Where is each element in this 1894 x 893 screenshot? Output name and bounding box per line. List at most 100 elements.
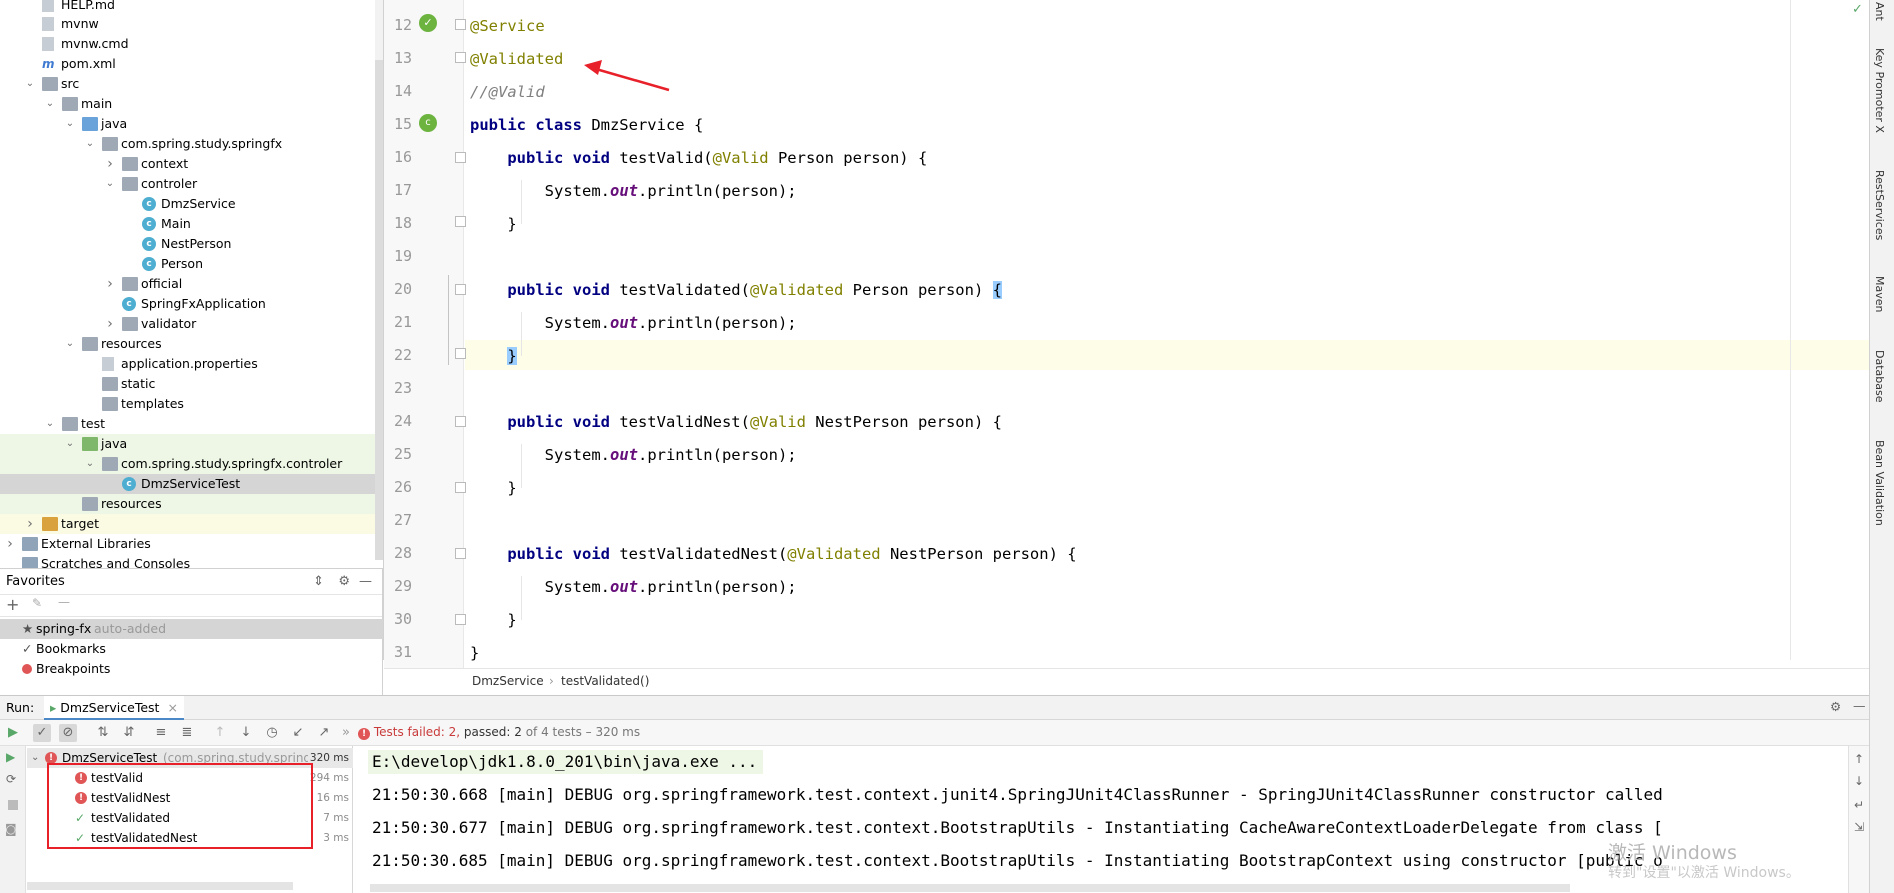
rerun-icon[interactable]: ▶	[4, 724, 22, 742]
tree-item-person[interactable]: c Person	[0, 254, 375, 274]
fold-marker[interactable]	[455, 216, 466, 227]
tree-item-pom-xml[interactable]: m pom.xml	[0, 54, 375, 74]
project-scrollbar[interactable]	[375, 0, 383, 560]
spring-bean-icon[interactable]: ✓	[419, 14, 437, 32]
breadcrumb-method[interactable]: testValidated()	[561, 669, 649, 693]
fold-marker[interactable]	[455, 52, 466, 63]
fold-marker[interactable]	[455, 482, 466, 493]
sort-duration-icon[interactable]: ⇵	[120, 724, 138, 742]
show-ignored-icon[interactable]: ⊘	[59, 724, 77, 742]
fold-marker[interactable]	[455, 416, 466, 427]
tree-item-main[interactable]: ⌄ main	[0, 94, 375, 114]
toggle-auto-test-icon[interactable]: ⟳	[6, 772, 16, 786]
import-icon[interactable]: ↙	[289, 724, 307, 742]
tree-item-official[interactable]: › official	[0, 274, 375, 294]
tree-item-static[interactable]: static	[0, 374, 375, 394]
tree-item-application-properties[interactable]: application.properties	[0, 354, 375, 374]
chevron-right-icon[interactable]: ›	[104, 274, 116, 294]
favorites-item-spring-fx[interactable]: ★ spring-fx auto-added	[0, 619, 383, 639]
tree-item-help-md[interactable]: HELP.md	[0, 0, 375, 15]
fold-marker[interactable]	[455, 548, 466, 559]
edit-icon[interactable]: ✎	[32, 596, 42, 610]
down-icon[interactable]: ↓	[1854, 774, 1864, 788]
tree-item-nestperson[interactable]: c NestPerson	[0, 234, 375, 254]
tree-item-validator[interactable]: › validator	[0, 314, 375, 334]
tree-item-dmzservicetest[interactable]: c DmzServiceTest	[0, 474, 375, 494]
history-icon[interactable]: ◷	[263, 724, 281, 742]
tab-bean-validation[interactable]: Bean Validation	[1873, 440, 1886, 526]
export-icon[interactable]: ↗	[315, 724, 333, 742]
gear-icon[interactable]: ⚙	[338, 569, 350, 595]
tree-item-src[interactable]: ⌄ src	[0, 74, 375, 94]
tree-item-target[interactable]: › target	[0, 514, 375, 534]
tests-scrollbar[interactable]	[27, 882, 293, 890]
next-failed-icon[interactable]: ↓	[237, 724, 255, 742]
fold-marker[interactable]	[455, 19, 466, 30]
breadcrumb-class[interactable]: DmzService	[472, 669, 544, 693]
up-icon[interactable]: ↑	[1854, 752, 1864, 766]
chevron-down-icon[interactable]: ⌄	[44, 414, 56, 434]
console-scrollbar[interactable]	[370, 884, 1570, 892]
chevron-down-icon[interactable]: ⌄	[44, 94, 56, 114]
tree-item-templates[interactable]: templates	[0, 394, 375, 414]
close-icon[interactable]: ×	[167, 700, 177, 715]
chevron-right-icon[interactable]: ›	[104, 314, 116, 334]
tree-item-mvnw-cmd[interactable]: mvnw.cmd	[0, 34, 375, 54]
tab-restservices[interactable]: RestServices	[1873, 170, 1886, 240]
add-icon[interactable]: +	[6, 595, 19, 614]
sort-alpha-icon[interactable]: ⇅	[94, 724, 112, 742]
collapse-all-icon[interactable]: ⇕	[313, 569, 324, 595]
collapse-all-icon[interactable]: ≣	[178, 724, 196, 742]
camera-icon[interactable]: ◙	[5, 822, 17, 836]
tree-item-com-spring-study-springfx-controler[interactable]: ⌄ com.spring.study.springfx.controler	[0, 454, 375, 474]
tree-item-mvnw[interactable]: mvnw	[0, 14, 375, 34]
tree-item-resources[interactable]: resources	[0, 494, 375, 514]
fold-marker[interactable]	[455, 348, 466, 359]
chevron-right-icon[interactable]: ›	[24, 514, 36, 534]
tree-item-scratches-and-consoles[interactable]: Scratches and Consoles	[0, 554, 375, 568]
chevron-down-icon[interactable]: ⌄	[104, 174, 116, 194]
minimize-icon[interactable]: —	[359, 569, 372, 595]
minimize-icon[interactable]: —	[1853, 698, 1866, 713]
favorites-item-breakpoints[interactable]: Breakpoints	[0, 659, 383, 679]
rerun-failed-icon[interactable]: ▶	[6, 750, 15, 764]
chevron-right-icon[interactable]: ›	[104, 154, 116, 174]
tree-item-java[interactable]: ⌄ java	[0, 114, 375, 134]
chevron-down-icon[interactable]: ⌄	[31, 748, 39, 768]
tree-item-dmzservice[interactable]: c DmzService	[0, 194, 375, 214]
more-icon[interactable]: »	[337, 724, 355, 742]
tree-item-external-libraries[interactable]: › External Libraries	[0, 534, 375, 554]
tree-item-context[interactable]: › context	[0, 154, 375, 174]
scroll-to-end-icon[interactable]: ⇲	[1854, 820, 1864, 834]
tree-item-java[interactable]: ⌄ java	[0, 434, 375, 454]
chevron-right-icon[interactable]: ›	[4, 534, 16, 554]
chevron-down-icon[interactable]: ⌄	[24, 74, 36, 94]
tree-item-controler[interactable]: ⌄ controler	[0, 174, 375, 194]
chevron-down-icon[interactable]: ⌄	[84, 134, 96, 154]
fold-marker[interactable]	[455, 152, 466, 163]
chevron-down-icon[interactable]: ⌄	[64, 434, 76, 454]
tree-item-com-spring-study-springfx[interactable]: ⌄ com.spring.study.springfx	[0, 134, 375, 154]
chevron-down-icon[interactable]: ⌄	[64, 334, 76, 354]
chevron-down-icon[interactable]: ⌄	[64, 114, 76, 134]
chevron-down-icon[interactable]: ⌄	[84, 454, 96, 474]
tree-item-springfxapplication[interactable]: c SpringFxApplication	[0, 294, 375, 314]
prev-failed-icon[interactable]: ↑	[211, 724, 229, 742]
fold-marker[interactable]	[455, 284, 466, 295]
project-scrollbar-thumb[interactable]	[375, 60, 383, 560]
tab-database[interactable]: Database	[1873, 350, 1886, 403]
tab-ant[interactable]: Ant	[1873, 2, 1886, 21]
tree-item-main[interactable]: c Main	[0, 214, 375, 234]
show-passed-icon[interactable]: ✓	[33, 724, 51, 742]
tree-item-resources[interactable]: ⌄ resources	[0, 334, 375, 354]
tree-item-test[interactable]: ⌄ test	[0, 414, 375, 434]
soft-wrap-icon[interactable]: ↵	[1854, 798, 1864, 812]
tab-key-promoter[interactable]: Key Promoter X	[1873, 48, 1886, 133]
stop-icon[interactable]	[8, 800, 18, 810]
fold-marker[interactable]	[455, 614, 466, 625]
tab-maven[interactable]: Maven	[1873, 276, 1886, 312]
gear-icon[interactable]: ⚙	[1830, 699, 1841, 714]
expand-all-icon[interactable]: ≡	[152, 724, 170, 742]
favorites-item-bookmarks[interactable]: ✓ Bookmarks	[0, 639, 383, 659]
code-editor[interactable]: 12 13 14 15 16 17 18 19 20 21 22 23 24 25 26 27 28 29 30 31…	[383, 0, 1870, 692]
